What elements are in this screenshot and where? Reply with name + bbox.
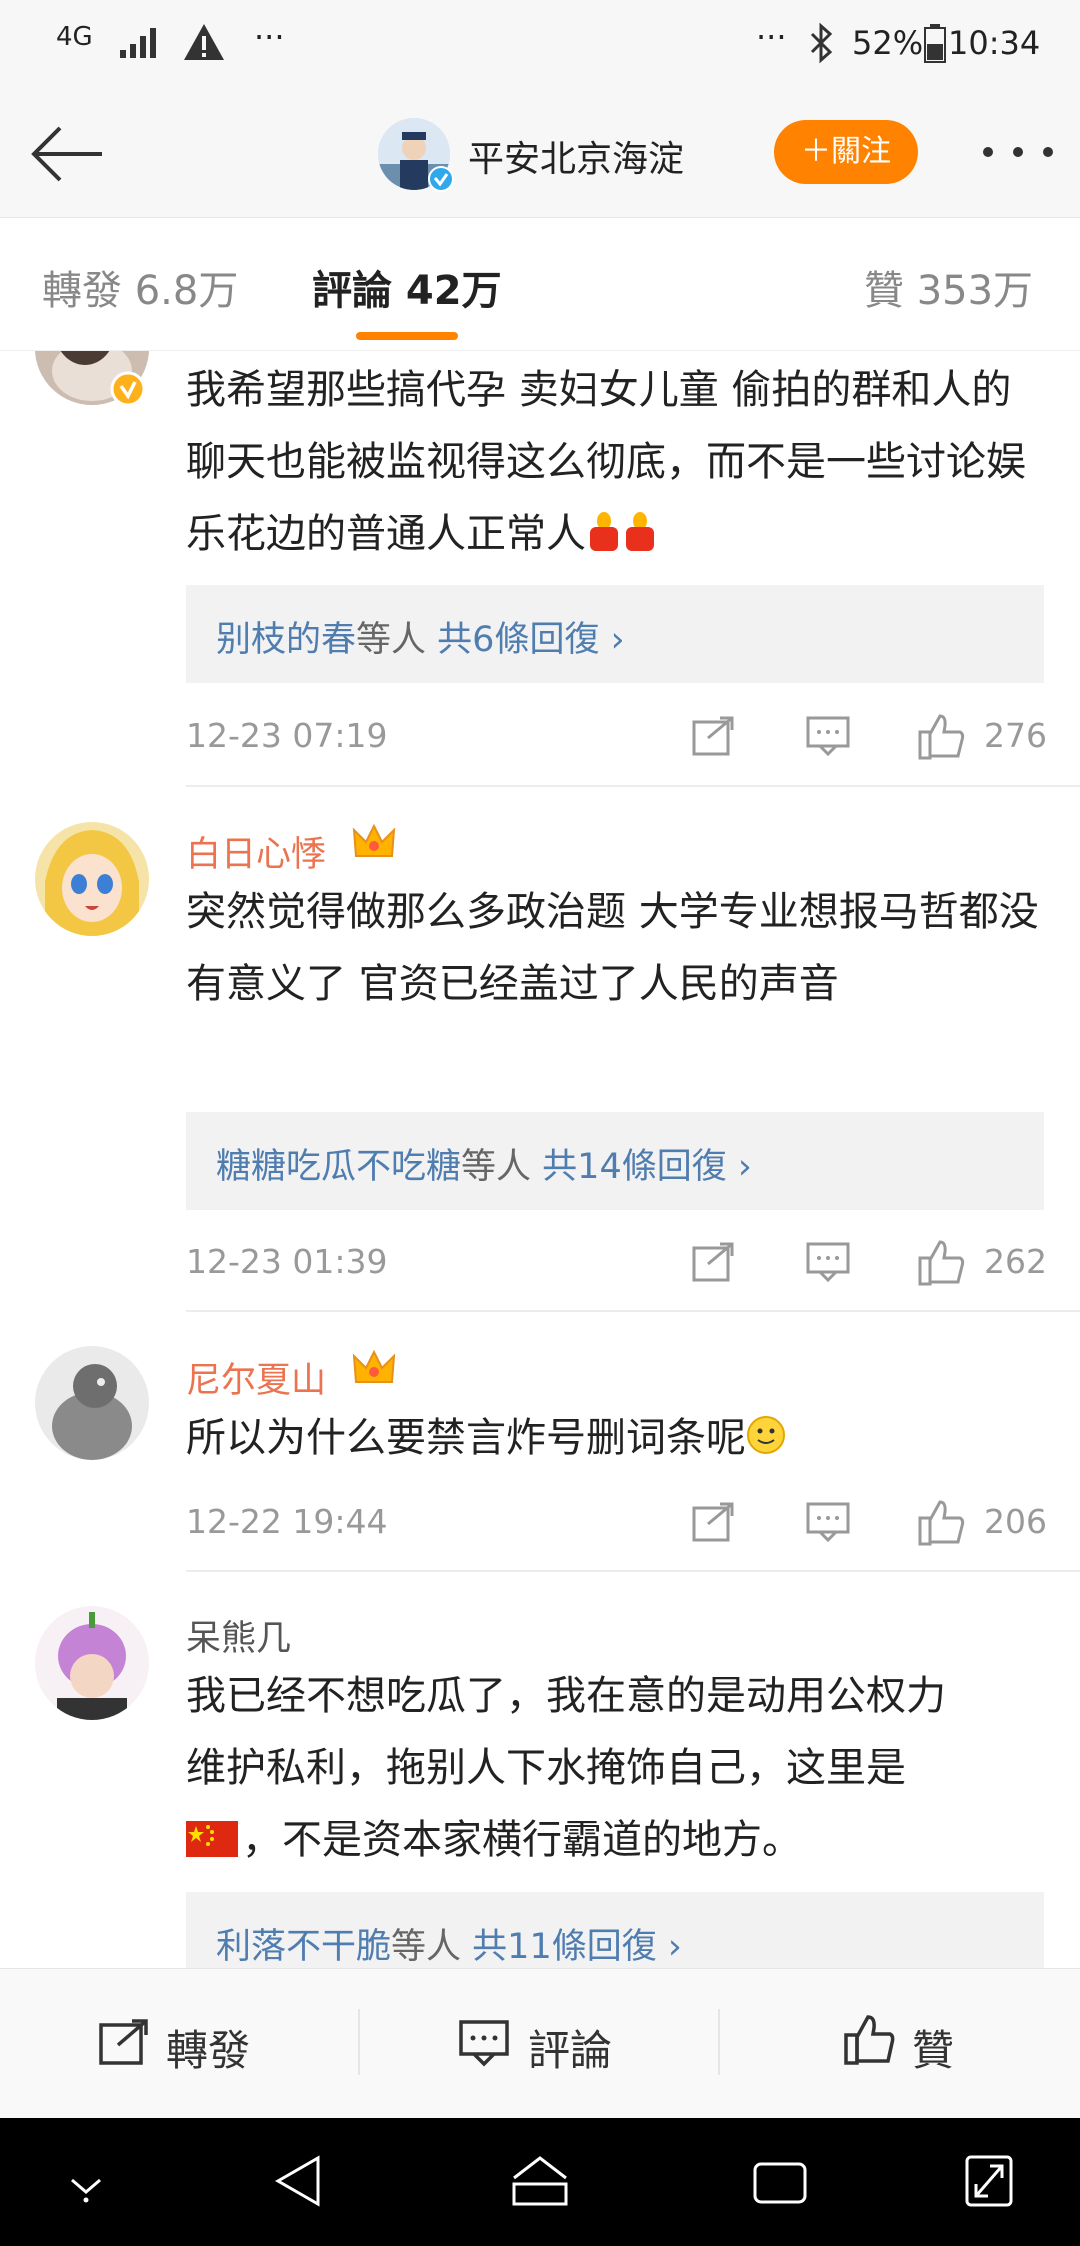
china-flag-icon xyxy=(186,1808,242,1857)
crown-badge-icon xyxy=(352,823,396,857)
like-button[interactable]: 贊 xyxy=(912,2017,954,2078)
comment-text: 我希望那些搞代孕 卖妇女儿童 偷拍的群和人的聊天也能被监视得这么彻底，而不是一些… xyxy=(186,367,1026,557)
candle-emoji-icon xyxy=(622,502,658,551)
candle-emoji-icon xyxy=(586,502,622,551)
back-nav-icon[interactable] xyxy=(274,2154,324,2208)
separator xyxy=(718,2009,720,2075)
share-icon[interactable] xyxy=(692,1242,736,1282)
verified-badge-icon xyxy=(428,166,454,192)
account-title[interactable]: 平安北京海淀 xyxy=(468,130,684,182)
like-icon[interactable] xyxy=(918,1498,966,1546)
bluetooth-icon xyxy=(810,22,833,64)
reply-preview[interactable]: 别枝的春等人 共6條回復 › xyxy=(186,585,1044,683)
like-count: 262 xyxy=(984,1242,1047,1281)
smile-emoji-icon xyxy=(746,1406,785,1454)
status-more-right: ··· xyxy=(756,18,787,56)
reply-preview[interactable]: 糖糖吃瓜不吃糖等人 共14條回復 › xyxy=(186,1112,1044,1210)
share-icon[interactable] xyxy=(692,716,736,756)
tab-bar: 轉發 6.8万 評論 42万 贊 353万 xyxy=(0,218,1080,351)
status-more-left: ··· xyxy=(254,18,285,56)
repost-icon[interactable] xyxy=(98,2017,150,2065)
like-icon[interactable] xyxy=(918,712,966,760)
signal-icon xyxy=(120,28,156,58)
divider xyxy=(186,1310,1080,1312)
home-nav-icon[interactable] xyxy=(510,2154,570,2208)
comment-text: 我已经不想吃瓜了，我在意的是动用公权力 维护私利，拖别人下水掩饰自己，这里是 ，… xyxy=(186,1673,946,1863)
comment-time: 12-23 01:39 xyxy=(186,1242,388,1281)
reply-preview-text[interactable]: 别枝的春等人 共6條回復 › xyxy=(216,611,625,662)
like-count: 206 xyxy=(984,1502,1047,1541)
clock: 10:34 xyxy=(948,24,1041,62)
divider xyxy=(186,1570,1080,1572)
screen-rotate-icon[interactable] xyxy=(964,2154,1014,2208)
comment-button[interactable]: 評論 xyxy=(528,2017,612,2078)
tab-likes[interactable]: 贊 353万 xyxy=(864,258,1033,316)
comment-time: 12-22 19:44 xyxy=(186,1502,388,1541)
reply-preview-text[interactable]: 利落不干脆等人 共11條回復 › xyxy=(216,1918,682,1968)
follow-button[interactable]: ＋關注 xyxy=(774,120,918,184)
keyboard-hide-icon[interactable] xyxy=(66,2166,106,2206)
verified-badge-icon xyxy=(110,371,146,407)
separator xyxy=(358,2009,360,2075)
divider xyxy=(186,785,1080,787)
like-count: 276 xyxy=(984,716,1047,755)
system-navigation-bar xyxy=(0,2118,1080,2246)
warning-icon xyxy=(184,24,224,60)
share-icon[interactable] xyxy=(692,1502,736,1542)
commenter-avatar[interactable] xyxy=(35,1606,149,1720)
commenter-avatar[interactable] xyxy=(35,1346,149,1460)
tab-repost[interactable]: 轉發 6.8万 xyxy=(42,258,238,316)
recent-apps-icon[interactable] xyxy=(752,2158,808,2206)
commenter-avatar[interactable] xyxy=(35,822,149,936)
commenter-name[interactable]: 尼尔夏山 xyxy=(186,1352,326,1403)
comment-time: 12-23 07:19 xyxy=(186,716,388,755)
comment-text: 突然觉得做那么多政治题 大学专业想报马哲都没有意义了 官资已经盖过了人民的声音 xyxy=(186,889,1039,1007)
network-indicator: 4G xyxy=(56,22,93,52)
comment-icon[interactable] xyxy=(458,2019,510,2067)
reply-icon[interactable] xyxy=(806,716,850,756)
reply-icon[interactable] xyxy=(806,1242,850,1282)
comment-text: 所以为什么要禁言炸号删词条呢 xyxy=(186,1402,1046,1474)
reply-preview[interactable]: 利落不干脆等人 共11條回復 › xyxy=(186,1892,1044,1968)
reply-icon[interactable] xyxy=(806,1502,850,1542)
app-header: 平安北京海淀 ＋關注 xyxy=(0,92,1080,218)
commenter-name[interactable]: 白日心悸 xyxy=(186,826,326,877)
status-bar: 4G ··· ··· 52% 10:34 xyxy=(0,0,1080,92)
more-options-icon[interactable] xyxy=(978,120,1058,184)
like-icon[interactable] xyxy=(844,2013,896,2065)
battery-icon xyxy=(924,24,946,63)
active-tab-indicator xyxy=(356,332,458,340)
back-arrow-icon[interactable] xyxy=(28,122,108,186)
battery-percent: 52% xyxy=(852,24,924,62)
like-icon[interactable] xyxy=(918,1238,966,1286)
tab-comments[interactable]: 評論 42万 xyxy=(312,258,502,316)
crown-badge-icon xyxy=(352,1349,396,1383)
commenter-name[interactable]: 呆熊几 xyxy=(186,1610,291,1661)
reply-preview-text[interactable]: 糖糖吃瓜不吃糖等人 共14條回復 › xyxy=(216,1138,752,1189)
bottom-action-bar: 轉發 評論 贊 xyxy=(0,1968,1080,2119)
comment-item: 呆熊几 我已经不想吃瓜了，我在意的是动用公权力 维护私利，拖别人下水掩饰自己，这… xyxy=(0,1600,1080,1968)
repost-button[interactable]: 轉發 xyxy=(166,2017,250,2078)
